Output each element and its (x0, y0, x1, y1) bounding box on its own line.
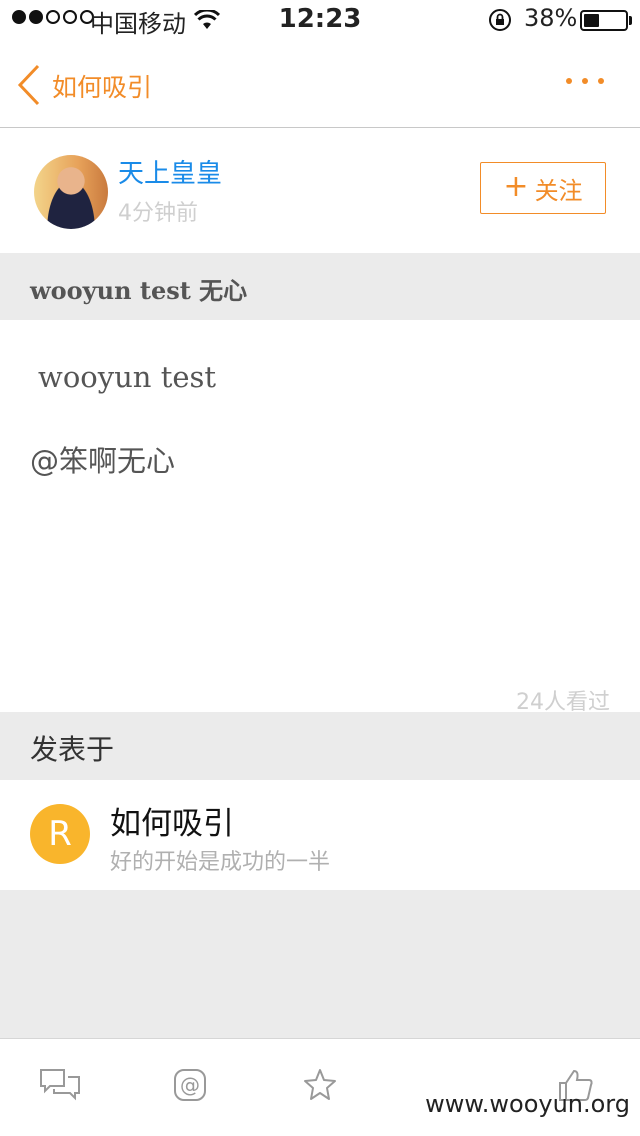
author-row: 天上皇皇 4分钟前 + 关注 (0, 129, 640, 253)
svg-text:@: @ (180, 1073, 200, 1097)
avatar[interactable] (34, 155, 108, 229)
post-time: 4分钟前 (118, 201, 198, 226)
watermark: www.wooyun.org (425, 1090, 630, 1118)
follow-button[interactable]: + 关注 (480, 162, 606, 214)
more-options-icon[interactable] (566, 78, 604, 84)
author-name[interactable]: 天上皇皇 (118, 153, 222, 190)
bottom-toolbar: @ (0, 1038, 640, 1136)
battery-percent: 38% (524, 4, 578, 32)
group-name: 如何吸引 (110, 806, 234, 842)
posted-in-header: 发表于 (0, 712, 640, 780)
group-description: 好的开始是成功的一半 (110, 850, 331, 875)
back-chevron-icon[interactable] (16, 64, 42, 110)
star-icon[interactable] (302, 1067, 346, 1107)
battery-icon (580, 10, 628, 31)
post-title: wooyun test 无心 (30, 276, 248, 305)
at-icon[interactable]: @ (172, 1067, 216, 1107)
comment-icon[interactable] (38, 1067, 82, 1107)
battery-tip (629, 16, 632, 25)
empty-area (0, 890, 640, 1038)
post-content: wooyun test @笨啊无心 24人看过 (0, 320, 640, 715)
group-row[interactable]: R 如何吸引 好的开始是成功的一半 (0, 780, 640, 890)
group-avatar: R (30, 804, 90, 864)
navigation-bar: 如何吸引 (0, 40, 640, 128)
status-bar: 中国移动 12:23 38% (0, 0, 640, 40)
follow-label: 关注 (534, 176, 583, 205)
nav-title[interactable]: 如何吸引 (52, 68, 152, 104)
rotation-lock-icon (488, 8, 512, 36)
post-body-line: wooyun test (38, 360, 217, 394)
plus-icon: + (503, 168, 529, 204)
post-mention[interactable]: @笨啊无心 (30, 438, 175, 480)
post-title-band: wooyun test 无心 (0, 253, 640, 320)
posted-in-label: 发表于 (30, 733, 115, 766)
